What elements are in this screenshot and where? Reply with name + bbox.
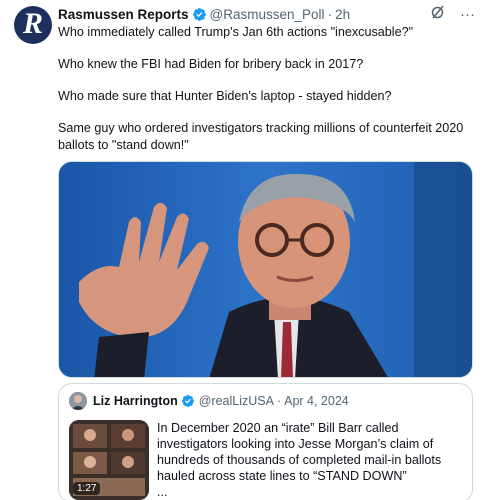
quoted-header-separator: · xyxy=(276,394,282,408)
video-duration-badge: 1:27 xyxy=(73,482,101,495)
post-time[interactable]: 2h xyxy=(335,7,350,22)
tweet-paragraph: Who made sure that Hunter Biden's laptop… xyxy=(58,89,392,103)
tweet-paragraph: Who immediately called Trump's Jan 6th a… xyxy=(58,25,414,39)
author-name[interactable]: Rasmussen Reports xyxy=(58,7,189,22)
quoted-author-handle: @realLizUSA xyxy=(198,394,274,408)
quoted-tweet[interactable]: Liz Harrington @realLizUSA · Apr 4, 2024 xyxy=(58,383,473,500)
photo-illustration xyxy=(59,162,472,377)
verified-badge-icon xyxy=(181,394,196,409)
tweet-paragraph: Same guy who ordered investigators track… xyxy=(58,121,464,152)
header-separator: · xyxy=(327,6,333,22)
quoted-video-thumbnail[interactable]: 1:27 xyxy=(69,420,149,500)
quoted-date: Apr 4, 2024 xyxy=(284,394,349,408)
header-actions: ··· xyxy=(430,4,475,25)
quoted-text-body: In December 2020 an “irate” Bill Barr ca… xyxy=(157,421,442,483)
tweet-text: Who immediately called Trump's Jan 6th a… xyxy=(58,24,473,169)
author-avatar[interactable]: R xyxy=(14,6,52,44)
tweet-photo[interactable] xyxy=(58,161,473,378)
avatar-logo-letter: R xyxy=(22,7,43,40)
quoted-text-ellipsis: ... xyxy=(157,485,168,499)
quoted-author-avatar[interactable] xyxy=(69,392,87,410)
quoted-tweet-header: Liz Harrington @realLizUSA · Apr 4, 2024 xyxy=(69,392,349,410)
author-handle[interactable]: @Rasmussen_Poll xyxy=(210,7,325,22)
tweet[interactable]: R Rasmussen Reports @Rasmussen_Poll · 2h… xyxy=(0,0,485,500)
tweet-header: Rasmussen Reports @Rasmussen_Poll · 2h ·… xyxy=(58,4,475,24)
verified-badge-icon xyxy=(192,7,207,22)
tweet-paragraph: Who knew the FBI had Biden for bribery b… xyxy=(58,57,364,71)
grok-icon[interactable] xyxy=(430,4,446,25)
more-options-icon[interactable]: ··· xyxy=(460,6,475,24)
quoted-tweet-text: In December 2020 an “irate” Bill Barr ca… xyxy=(157,420,462,500)
quoted-author-name: Liz Harrington xyxy=(93,394,178,408)
